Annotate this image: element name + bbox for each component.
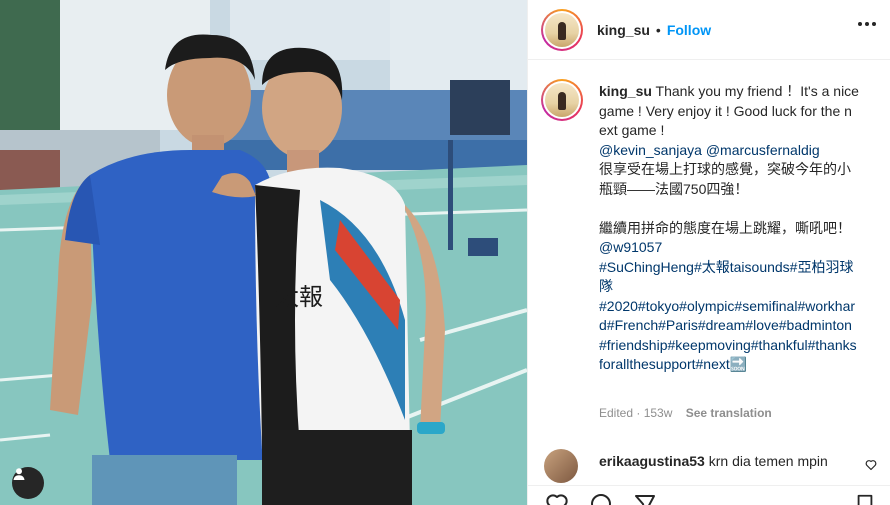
post-header: king_su • Follow bbox=[528, 0, 890, 60]
caption-hashtags-1[interactable]: #SuChingHeng#太報taisounds#亞柏羽球隊 bbox=[599, 259, 853, 295]
heart-icon[interactable] bbox=[544, 492, 570, 505]
bookmark-icon[interactable] bbox=[854, 492, 876, 505]
post-caption: king_su Thank you my friend ！It's a nice… bbox=[599, 82, 859, 375]
user-tag-icon bbox=[13, 468, 25, 480]
svg-text:太報: 太報 bbox=[275, 283, 323, 311]
caption-username[interactable]: king_su bbox=[599, 83, 652, 99]
caption-zh-1: 很享受在場上打球的感覺，突破今年的小瓶頸——法國750四強！ bbox=[599, 161, 851, 197]
comment-text-row: erikaagustina53 krn dia temen mpin bbox=[599, 453, 828, 469]
more-horizontal-icon[interactable] bbox=[858, 22, 876, 26]
user-tag-button[interactable] bbox=[12, 467, 44, 499]
photo-illustration: 太報 bbox=[0, 0, 527, 505]
edited-timestamp: Edited · 153w bbox=[599, 406, 673, 420]
comment-text: krn dia temen mpin bbox=[708, 453, 828, 469]
action-bar bbox=[528, 485, 890, 505]
caption-zh-2: 繼續用拼命的態度在場上跳耀，嘶吼吧！ bbox=[599, 219, 851, 236]
avatar-image bbox=[545, 83, 579, 117]
post-side-panel: king_su • Follow king_su Thank you my fr… bbox=[527, 0, 890, 505]
caption-hashtags-2[interactable]: #2020#tokyo#olympic#semifinal#workhard#F… bbox=[599, 298, 857, 373]
caption-scroll-area[interactable]: king_su Thank you my friend ！It's a nice… bbox=[528, 60, 890, 446]
see-translation-button[interactable]: See translation bbox=[686, 406, 772, 420]
comment-username[interactable]: erikaagustina53 bbox=[599, 453, 705, 469]
share-icon[interactable] bbox=[632, 492, 658, 505]
avatar-image bbox=[545, 12, 579, 47]
comment-item: erikaagustina53 krn dia temen mpin bbox=[528, 448, 890, 483]
caption-meta: Edited · 153w See translation bbox=[599, 406, 772, 420]
heart-icon[interactable] bbox=[865, 459, 877, 471]
caption-mention-w[interactable]: @w91057 bbox=[599, 239, 662, 255]
comment-icon[interactable] bbox=[588, 492, 614, 505]
header-avatar[interactable] bbox=[541, 8, 583, 51]
follow-button[interactable]: Follow bbox=[667, 22, 711, 38]
post-photo[interactable]: 太報 bbox=[0, 0, 527, 505]
header-username[interactable]: king_su bbox=[597, 22, 650, 38]
caption-mentions[interactable]: @kevin_sanjaya @marcusfernaldig bbox=[599, 142, 820, 158]
caption-avatar[interactable] bbox=[541, 79, 583, 121]
comment-avatar[interactable] bbox=[544, 449, 578, 483]
separator-dot: • bbox=[655, 21, 661, 38]
